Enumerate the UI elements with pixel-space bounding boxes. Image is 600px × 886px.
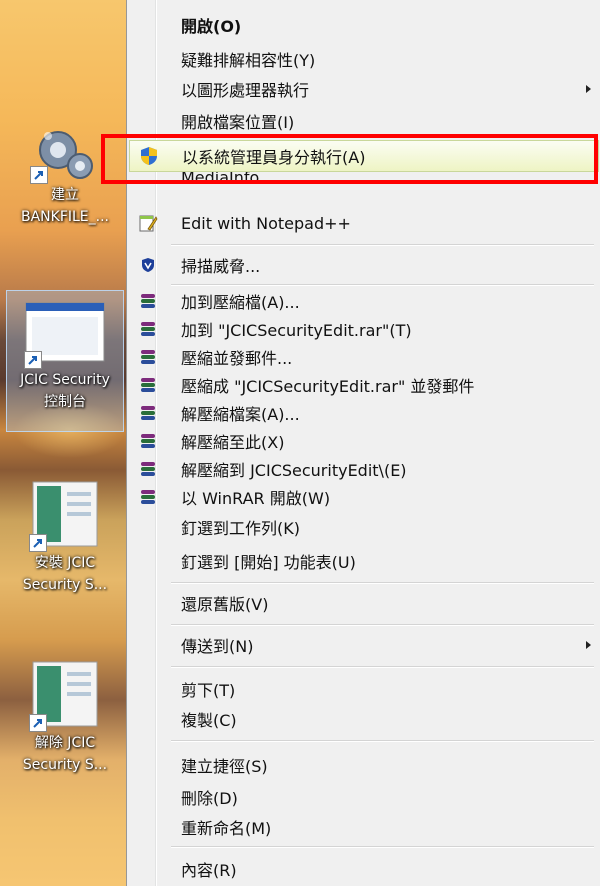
shortcut-arrow-icon — [24, 351, 42, 369]
gears-icon — [30, 122, 100, 184]
winrar-icon — [129, 490, 167, 504]
menu-item-open-file-location[interactable]: 開啟檔案位置(I) — [129, 106, 599, 136]
menu-separator — [171, 846, 594, 848]
winrar-icon — [129, 406, 167, 420]
menu-item-edit-notepadpp[interactable]: Edit with Notepad++ — [129, 208, 599, 238]
menu-item-label: 開啟(O) — [181, 17, 242, 36]
menu-item-restore-previous[interactable]: 還原舊版(V) — [129, 588, 599, 618]
menu-separator — [171, 582, 594, 584]
menu-item-label: 以系統管理員身分執行(A) — [182, 148, 366, 167]
menu-item-label: 解壓縮檔案(A)... — [181, 405, 300, 424]
menu-item-rename[interactable]: 重新命名(M) — [129, 812, 599, 842]
menu-item-pin-taskbar[interactable]: 釘選到工作列(K) — [129, 512, 599, 542]
menu-item-label: 內容(R) — [181, 861, 237, 880]
menu-item-label: 掃描威脅... — [181, 257, 261, 276]
label-line-2: BANKFILE_... — [20, 209, 109, 225]
submenu-arrow-icon — [586, 85, 591, 93]
menu-item-label: 壓縮並發郵件... — [181, 349, 293, 368]
menu-item-label: 壓縮成 "JCICSecurityEdit.rar" 並發郵件 — [181, 377, 475, 396]
winrar-icon — [129, 434, 167, 448]
menu-item-run-as-admin[interactable]: 以系統管理員身分執行(A) — [129, 140, 599, 172]
menu-item-send-to[interactable]: 傳送到(N) — [129, 630, 599, 660]
notepadpp-icon — [129, 213, 167, 233]
window-icon — [24, 301, 106, 369]
winrar-icon — [129, 294, 167, 308]
menu-item-label: 解壓縮至此(X) — [181, 433, 285, 452]
menu-item-winrar-compress-named-email[interactable]: 壓縮成 "JCICSecurityEdit.rar" 並發郵件 — [129, 370, 599, 400]
menu-item-pin-start[interactable]: 釘選到 [開始] 功能表(U) — [129, 546, 599, 576]
desktop-shortcut-bankfile[interactable]: 建立 BANKFILE_... — [6, 122, 124, 228]
winrar-icon — [129, 378, 167, 392]
label-line-1: 解除 JCIC — [34, 735, 96, 751]
menu-item-label: 釘選到 [開始] 功能表(U) — [181, 553, 356, 572]
menu-item-label: 刪除(D) — [181, 789, 238, 808]
desktop-background: 建立 BANKFILE_... JCIC Security 控制台 安裝 JCI… — [0, 0, 130, 886]
label-line-2: Security S... — [22, 577, 108, 593]
shortcut-arrow-icon — [29, 534, 47, 552]
label-line-1: 安裝 JCIC — [34, 555, 96, 571]
desktop-icon-label: 解除 JCIC Security S... — [6, 732, 124, 776]
label-line-1: 建立 — [51, 187, 79, 203]
menu-item-scan-threats[interactable]: 掃描威脅... — [129, 250, 599, 280]
desktop-shortcut-jcic-console[interactable]: JCIC Security 控制台 — [6, 290, 124, 432]
shortcut-arrow-icon — [30, 166, 48, 184]
menu-item-label: 加到壓縮檔(A)... — [181, 293, 300, 312]
menu-item-label: 重新命名(M) — [181, 819, 272, 838]
menu-item-delete[interactable]: 刪除(D) — [129, 782, 599, 812]
menu-item-label: 以圖形處理器執行 — [181, 81, 310, 100]
winrar-icon — [129, 462, 167, 476]
menu-item-label: 傳送到(N) — [181, 637, 254, 656]
menu-item-label: 剪下(T) — [181, 681, 236, 700]
installer-icon — [29, 658, 101, 732]
menu-item-winrar-open[interactable]: 以 WinRAR 開啟(W) — [129, 482, 599, 512]
label-line-1: JCIC Security — [20, 372, 110, 388]
context-menu: 開啟(O) 疑難排解相容性(Y) 以圖形處理器執行 開啟檔案位置(I) 以系統管… — [126, 0, 600, 886]
menu-item-label: 還原舊版(V) — [181, 595, 269, 614]
menu-item-open[interactable]: 開啟(O) — [129, 10, 599, 40]
menu-item-label: 建立捷徑(S) — [181, 757, 268, 776]
shortcut-arrow-icon — [29, 714, 47, 732]
label-line-2: 控制台 — [44, 394, 86, 410]
winrar-icon — [129, 350, 167, 364]
menu-item-winrar-extract-here[interactable]: 解壓縮至此(X) — [129, 426, 599, 456]
menu-item-label: 以 WinRAR 開啟(W) — [181, 489, 331, 508]
uac-shield-icon — [130, 146, 168, 166]
menu-item-label: 開啟檔案位置(I) — [181, 113, 295, 132]
desktop-icon-label: 安裝 JCIC Security S... — [6, 552, 124, 596]
menu-separator — [171, 666, 594, 668]
menu-item-copy[interactable]: 複製(C) — [129, 704, 599, 734]
menu-item-label: 複製(C) — [181, 711, 237, 730]
menu-item-create-shortcut[interactable]: 建立捷徑(S) — [129, 750, 599, 780]
desktop-icon-label: 建立 BANKFILE_... — [6, 184, 124, 228]
menu-item-troubleshoot-compat[interactable]: 疑難排解相容性(Y) — [129, 44, 599, 74]
desktop-shortcut-uninstall-jcic[interactable]: 解除 JCIC Security S... — [6, 658, 124, 776]
desktop-shortcut-install-jcic[interactable]: 安裝 JCIC Security S... — [6, 478, 124, 596]
menu-separator — [171, 244, 594, 246]
menu-item-winrar-add-archive[interactable]: 加到壓縮檔(A)... — [129, 286, 599, 316]
menu-item-properties[interactable]: 內容(R) — [129, 854, 599, 884]
menu-item-label: MediaInfo — [181, 172, 260, 187]
winrar-icon — [129, 322, 167, 336]
desktop-icon-label: JCIC Security 控制台 — [7, 369, 123, 413]
menu-item-winrar-compress-email[interactable]: 壓縮並發郵件... — [129, 342, 599, 372]
menu-item-cut[interactable]: 剪下(T) — [129, 674, 599, 704]
menu-item-run-with-gpu[interactable]: 以圖形處理器執行 — [129, 74, 599, 104]
menu-item-label: 加到 "JCICSecurityEdit.rar"(T) — [181, 321, 412, 340]
submenu-arrow-icon — [586, 641, 591, 649]
menu-item-label: 解壓縮到 JCICSecurityEdit\(E) — [181, 461, 407, 480]
menu-item-winrar-extract-files[interactable]: 解壓縮檔案(A)... — [129, 398, 599, 428]
menu-separator — [171, 740, 594, 742]
installer-icon — [29, 478, 101, 552]
menu-item-label: 釘選到工作列(K) — [181, 519, 300, 538]
label-line-2: Security S... — [22, 757, 108, 773]
menu-item-label: Edit with Notepad++ — [181, 213, 351, 233]
menu-item-mediainfo[interactable]: MediaInfo — [129, 172, 599, 190]
menu-item-label: 疑難排解相容性(Y) — [181, 51, 316, 70]
menu-item-winrar-add-named[interactable]: 加到 "JCICSecurityEdit.rar"(T) — [129, 314, 599, 344]
menu-item-winrar-extract-to-folder[interactable]: 解壓縮到 JCICSecurityEdit\(E) — [129, 454, 599, 484]
defender-shield-icon — [129, 257, 167, 273]
menu-separator — [171, 624, 594, 626]
